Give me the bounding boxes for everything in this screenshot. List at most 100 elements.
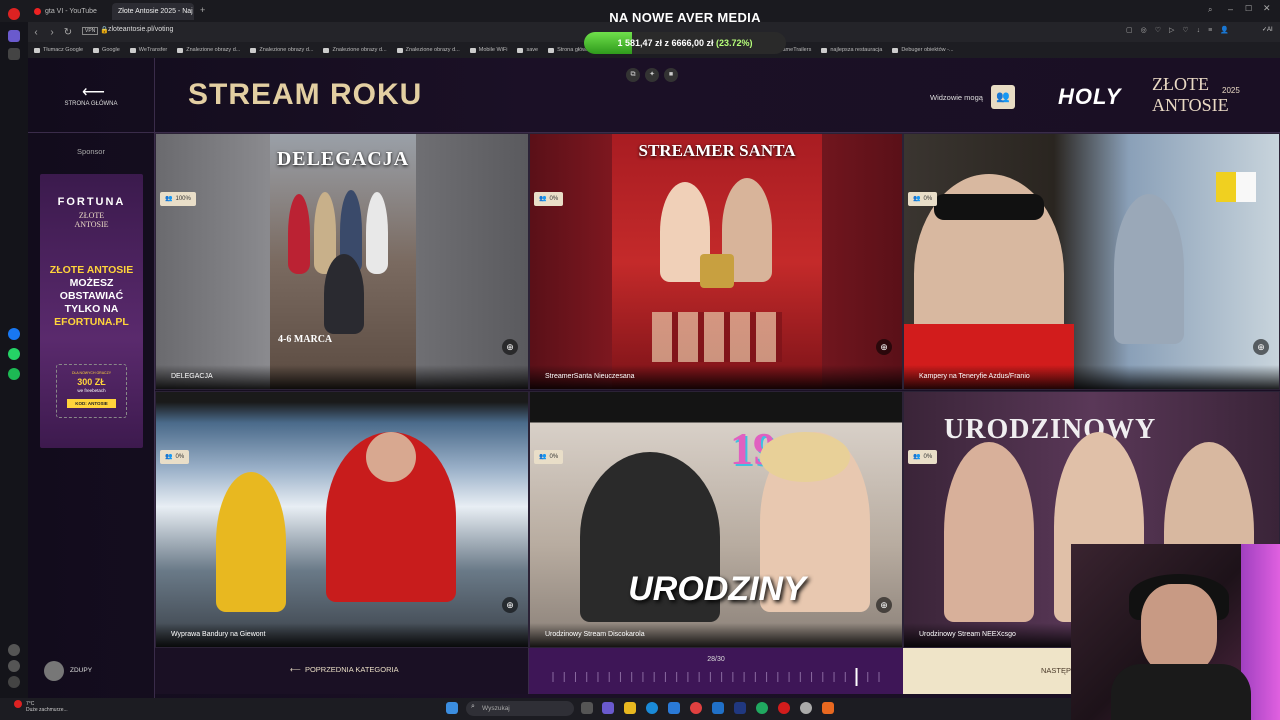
nominee-title: Wyprawa Bandury na Giewont — [156, 623, 528, 647]
bookmark-item[interactable]: najlepsza restauracja — [821, 47, 882, 53]
tab-zlote-antosie[interactable]: Złote Antosie 2025 - Naj — [112, 3, 194, 20]
user-name[interactable]: ZDUPY — [70, 667, 92, 674]
blond-hair — [760, 432, 850, 482]
avatar[interactable] — [44, 661, 64, 681]
nominee-title: DELEGACJA — [156, 365, 528, 389]
tab-youtube[interactable]: gta VI - YouTube — [28, 3, 108, 20]
vote-percent-badge: 👥 0% — [534, 192, 564, 206]
close-icon[interactable]: ✕ — [1263, 3, 1271, 14]
folder-icon — [469, 47, 476, 53]
sparkle-icon[interactable]: ✦ — [645, 68, 659, 82]
zoom-icon[interactable]: ⊕ — [502, 597, 518, 613]
app-icon[interactable] — [690, 702, 702, 714]
camera-icon[interactable]: ■ — [664, 68, 678, 82]
folder-icon — [821, 47, 828, 53]
copy-icon[interactable]: ⧉ — [626, 68, 640, 82]
bookmark-label: save — [526, 47, 539, 53]
person-figure — [216, 472, 286, 612]
whatsapp-icon[interactable] — [8, 348, 20, 360]
nominee-title: Urodzinowy Stream Discokarola — [530, 623, 902, 647]
bookmark-icon[interactable] — [8, 48, 20, 60]
poster-title: URODZINOWY — [944, 414, 1157, 445]
obs-icon[interactable] — [800, 702, 812, 714]
spotify-icon[interactable] — [8, 368, 20, 380]
bookmark-item[interactable]: Mobile WiFi — [469, 47, 507, 53]
sunglasses — [934, 194, 1044, 220]
bookmark-item[interactable]: Google — [93, 47, 120, 53]
tab-label: gta VI - YouTube — [45, 8, 97, 15]
poster-title: URODZINY — [628, 570, 806, 608]
vote-percent-badge: 👥 0% — [160, 450, 190, 464]
nominee-card-streamersanta[interactable]: STREAMER SANTA 👥 0% ⊕ StreamerSanta Nieuc… — [529, 133, 903, 390]
ai-icon[interactable]: ✓AI — [1262, 26, 1273, 33]
search-tabs-icon[interactable]: ⌕ — [1208, 5, 1212, 15]
holy-logo: HOLY — [1058, 84, 1122, 109]
bookmark-item[interactable]: WeTransfer — [129, 47, 167, 53]
history-icon[interactable] — [8, 660, 20, 672]
opera-logo-icon[interactable] — [8, 8, 20, 20]
nominee-card-kampery[interactable]: 👥 0% ⊕ Kampery na Teneryfie Azdus/Franio — [903, 133, 1280, 390]
taskbar-search[interactable]: Wyszukaj — [466, 701, 574, 716]
bookmark-item[interactable]: Znalezione obrazy d... — [396, 47, 460, 53]
minimize-icon[interactable]: – — [1228, 4, 1233, 14]
person-figure — [324, 254, 364, 334]
zoom-icon[interactable]: ⊕ — [1253, 339, 1269, 355]
flag — [1216, 172, 1256, 202]
chrome-icon[interactable] — [756, 702, 768, 714]
zoom-icon[interactable]: ⊕ — [876, 597, 892, 613]
edge-icon[interactable] — [646, 702, 658, 714]
outlook-icon[interactable] — [712, 702, 724, 714]
previous-category-label[interactable]: ⟵ POPRZEDNIA KATEGORIA — [290, 665, 399, 674]
store-icon[interactable] — [668, 702, 680, 714]
windows-start-icon[interactable] — [446, 702, 458, 714]
bookmark-item[interactable]: Tłumacz Google — [34, 47, 83, 53]
person-figure — [944, 442, 1034, 622]
bookmark-item[interactable]: save — [517, 47, 538, 53]
more-icon[interactable] — [8, 676, 20, 688]
donation-text: 1 581,47 zł z 6666,00 zł (23.72%) — [584, 32, 786, 54]
task-view-icon[interactable] — [581, 702, 593, 714]
folder-icon — [34, 47, 40, 53]
heart-icon[interactable] — [8, 644, 20, 656]
nominee-card-giewont[interactable]: 👥 0% ⊕ Wyprawa Bandury na Giewont — [155, 391, 529, 648]
promo-line: MOŻESZ — [69, 277, 114, 289]
bookmark-item[interactable]: Znalezione obrazy d... — [177, 47, 240, 53]
maximize-icon[interactable]: ☐ — [1245, 4, 1252, 13]
weather-widget[interactable]: 7°C Duże zachmurze... — [26, 701, 68, 713]
folder-icon — [129, 47, 136, 53]
group-icon: 👥 — [996, 91, 1010, 103]
forward-icon[interactable]: › — [44, 27, 60, 38]
bookmark-label: Znalezione obrazy d... — [332, 47, 387, 53]
promo-line: TYLKO NA — [64, 303, 119, 315]
prev-text: POPRZEDNIA KATEGORIA — [304, 665, 399, 674]
zoom-icon[interactable]: ⊕ — [876, 339, 892, 355]
premiere-icon[interactable] — [734, 702, 746, 714]
bookmark-item[interactable]: Znalezione obrazy d... — [323, 47, 387, 53]
reload-icon[interactable]: ↻ — [60, 27, 76, 38]
teams-icon[interactable] — [602, 702, 614, 714]
home-link[interactable]: STRONA GŁÓWNA — [56, 101, 126, 107]
home-icon[interactable] — [8, 30, 20, 42]
bookmark-item[interactable]: Debuger obiektów -... — [892, 47, 954, 53]
toolbar-icons[interactable]: ▢◎♡▷♡↓≡👤 — [1126, 26, 1237, 34]
messenger-icon[interactable] — [8, 328, 20, 340]
gift-box — [700, 254, 734, 288]
app-icon[interactable] — [822, 702, 834, 714]
search-icon: ⌕ — [471, 703, 475, 710]
vpn-badge[interactable]: VPN — [82, 27, 99, 35]
vote-percent: 100% — [175, 196, 191, 202]
home-arrow-icon[interactable]: ⟵ — [82, 82, 105, 102]
poster-title: STREAMER SANTA — [638, 141, 796, 160]
next-category-label[interactable]: NASTĘP — [1041, 666, 1071, 675]
opera-icon[interactable] — [778, 702, 790, 714]
zoom-icon[interactable]: ⊕ — [502, 339, 518, 355]
nominee-card-delegacja[interactable]: DELEGACJA 4-6 MARCA 👥 100% ⊕ DELEGACJA — [155, 133, 529, 390]
back-icon[interactable]: ‹ — [28, 27, 44, 38]
bookmark-item[interactable]: Znalezione obrazy d... — [250, 47, 313, 53]
fortuna-ad-banner[interactable]: FORTUNA ZŁOTE ANTOSIE ZŁOTE ANTOSIE MOŻE… — [40, 174, 143, 448]
nominee-card-discokarol[interactable]: 19 URODZINY 👥 0% ⊕ Urodzinowy Stream Disc… — [529, 391, 903, 648]
url-field[interactable]: zloteantosie.pl/voting — [108, 26, 173, 33]
new-tab-icon[interactable]: + — [200, 5, 205, 15]
file-explorer-icon[interactable] — [624, 702, 636, 714]
viewers-group-button[interactable]: 👥 — [991, 85, 1015, 109]
